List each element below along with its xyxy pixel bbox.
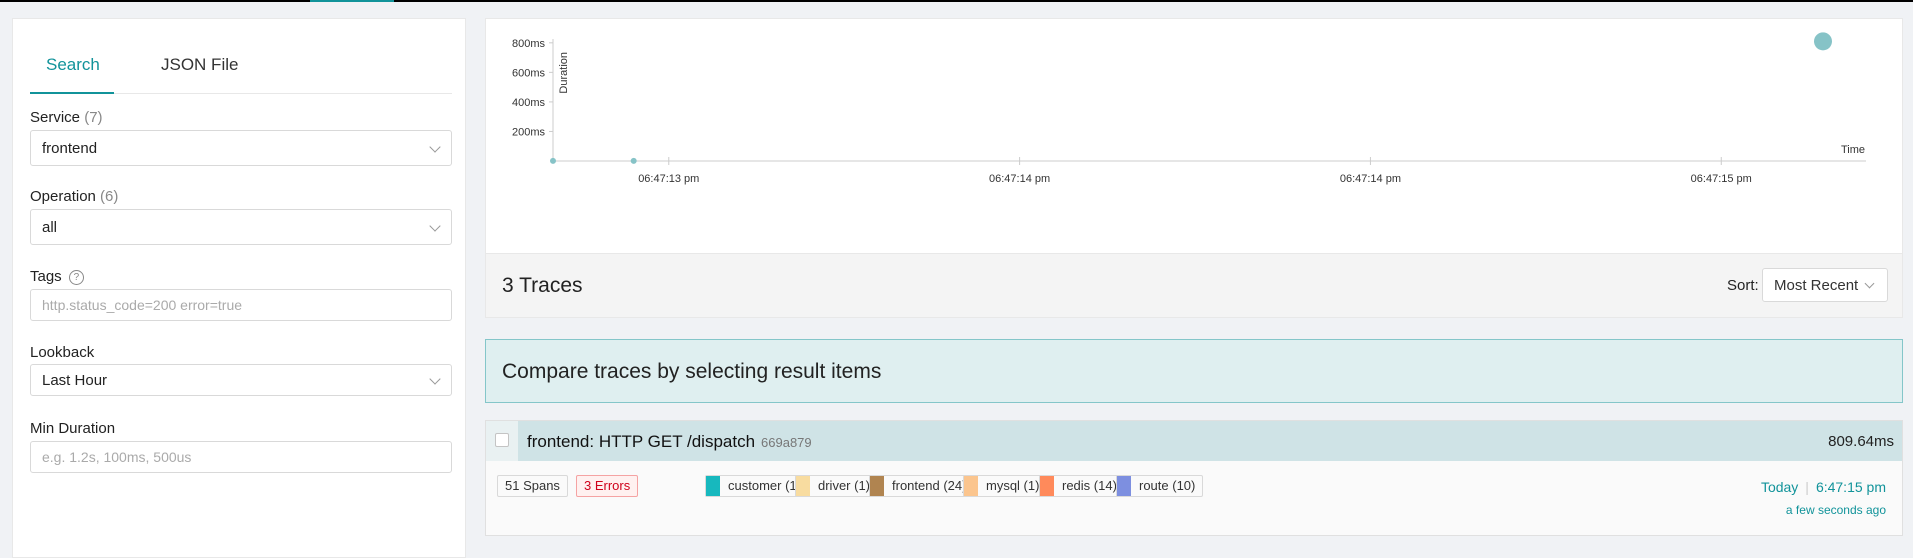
trace-id: 669a879 (761, 435, 812, 450)
lookback-select-value: Last Hour (42, 372, 108, 389)
x-tick-label: 06:47:13 pm (638, 173, 699, 185)
traces-count: 3 Traces (502, 274, 583, 297)
chevron-down-icon (429, 373, 441, 385)
service-count: (7) (84, 109, 103, 126)
trace-date: Today (1760, 479, 1799, 495)
service-color-swatch (1117, 476, 1131, 496)
tags-input[interactable] (30, 289, 452, 321)
lookback-select[interactable]: Last Hour (30, 364, 452, 396)
min-duration-label: Min Duration (30, 420, 116, 437)
search-form-panel: Search JSON File Service (7) frontend Op… (12, 18, 466, 558)
sort-select[interactable]: Most Recent (1762, 268, 1888, 302)
tags-label-text: Tags (30, 268, 62, 285)
trace-point (630, 157, 637, 164)
x-tick-label: 06:47:15 pm (1691, 173, 1752, 185)
operation-count: (6) (100, 188, 119, 205)
service-color-swatch (1040, 476, 1054, 496)
trace-result-item[interactable]: frontend: HTTP GET /dispatch 669a879 809.… (485, 420, 1903, 536)
service-color-swatch (706, 476, 720, 496)
service-tag: route (10) (1116, 475, 1204, 497)
service-tag-label: route (10) (1139, 478, 1196, 493)
search-tabs: Search JSON File (30, 35, 452, 94)
top-nav-active-indicator (310, 0, 394, 2)
trace-select-checkbox[interactable] (495, 433, 509, 447)
results-header: 3 Traces Sort: Most Recent (485, 254, 1903, 318)
service-tag-label: mysql (1) (986, 478, 1040, 493)
timestamp-separator: | (1805, 479, 1809, 495)
operation-label-text: Operation (30, 188, 96, 205)
sort-label: Sort: (1727, 277, 1759, 294)
service-color-swatch (870, 476, 884, 496)
service-tag: redis (14) (1039, 475, 1125, 497)
trace-name-text: frontend: HTTP GET /dispatch (527, 432, 756, 451)
service-tag: customer (1) (705, 475, 809, 497)
service-label-text: Service (30, 109, 81, 126)
tab-json-file[interactable]: JSON File (161, 55, 238, 75)
chevron-down-icon (429, 220, 441, 232)
sort-select-value: Most Recent (1774, 277, 1859, 294)
y-tick-label: 800ms (512, 38, 546, 50)
min-duration-input[interactable] (30, 441, 452, 473)
trace-scatter-plot: 200ms 400ms 600ms 800ms 06:47:13 pm 06:47:14 … (485, 18, 1903, 254)
trace-relative-time: a few seconds ago (1785, 503, 1886, 517)
x-axis-title: Time (1841, 144, 1865, 156)
trace-time: 6:47:15 pm (1815, 479, 1886, 495)
top-nav-bar (0, 0, 1913, 2)
trace-point (1814, 32, 1832, 51)
help-icon[interactable]: ? (68, 270, 84, 285)
y-tick-label: 200ms (512, 126, 546, 138)
tags-label: Tags ? (30, 268, 84, 285)
service-tag-label: customer (1) (728, 478, 801, 493)
x-tick-label: 06:47:14 pm (989, 173, 1050, 185)
service-tag: driver (1) (795, 475, 879, 497)
spans-count-tag: 51 Spans (497, 475, 568, 497)
trace-title-bar[interactable]: frontend: HTTP GET /dispatch 669a879 809.… (486, 421, 1902, 461)
x-tick-label: 06:47:14 pm (1340, 173, 1401, 185)
chevron-down-icon (429, 141, 441, 153)
scatter-plot-svg: 200ms 400ms 600ms 800ms 06:47:13 pm 06:47:14 … (512, 32, 1866, 185)
service-tag-label: redis (14) (1062, 478, 1117, 493)
trace-duration: 809.64ms (1828, 433, 1894, 450)
service-select[interactable]: frontend (30, 130, 452, 166)
trace-select-area[interactable] (486, 421, 518, 461)
service-color-swatch (964, 476, 978, 496)
service-select-value: frontend (42, 140, 98, 157)
trace-name[interactable]: frontend: HTTP GET /dispatch 669a879 (527, 432, 812, 452)
service-tag-label: frontend (24) (892, 478, 967, 493)
operation-select[interactable]: all (30, 209, 452, 245)
y-tick-label: 600ms (512, 67, 546, 79)
operation-select-value: all (42, 219, 58, 236)
compare-banner-text: Compare traces by selecting result items (502, 360, 882, 383)
service-tag: frontend (24) (869, 475, 975, 497)
y-tick-label: 400ms (512, 97, 546, 109)
active-tab-indicator (30, 92, 114, 94)
y-axis-title: Duration (558, 52, 570, 94)
tab-search[interactable]: Search (46, 55, 100, 75)
service-color-swatch (796, 476, 810, 496)
operation-label: Operation (6) (30, 188, 118, 205)
errors-count-tag: 3 Errors (576, 475, 639, 497)
service-tag-label: driver (1) (818, 478, 871, 493)
trace-point (550, 157, 556, 164)
trace-timestamp: Today | 6:47:15 pm (1761, 479, 1886, 495)
lookback-label: Lookback (30, 344, 95, 361)
service-label: Service (7) (30, 109, 103, 126)
service-tag: mysql (1) (963, 475, 1048, 497)
chevron-down-icon (1864, 278, 1875, 289)
compare-banner: Compare traces by selecting result items (485, 339, 1903, 403)
